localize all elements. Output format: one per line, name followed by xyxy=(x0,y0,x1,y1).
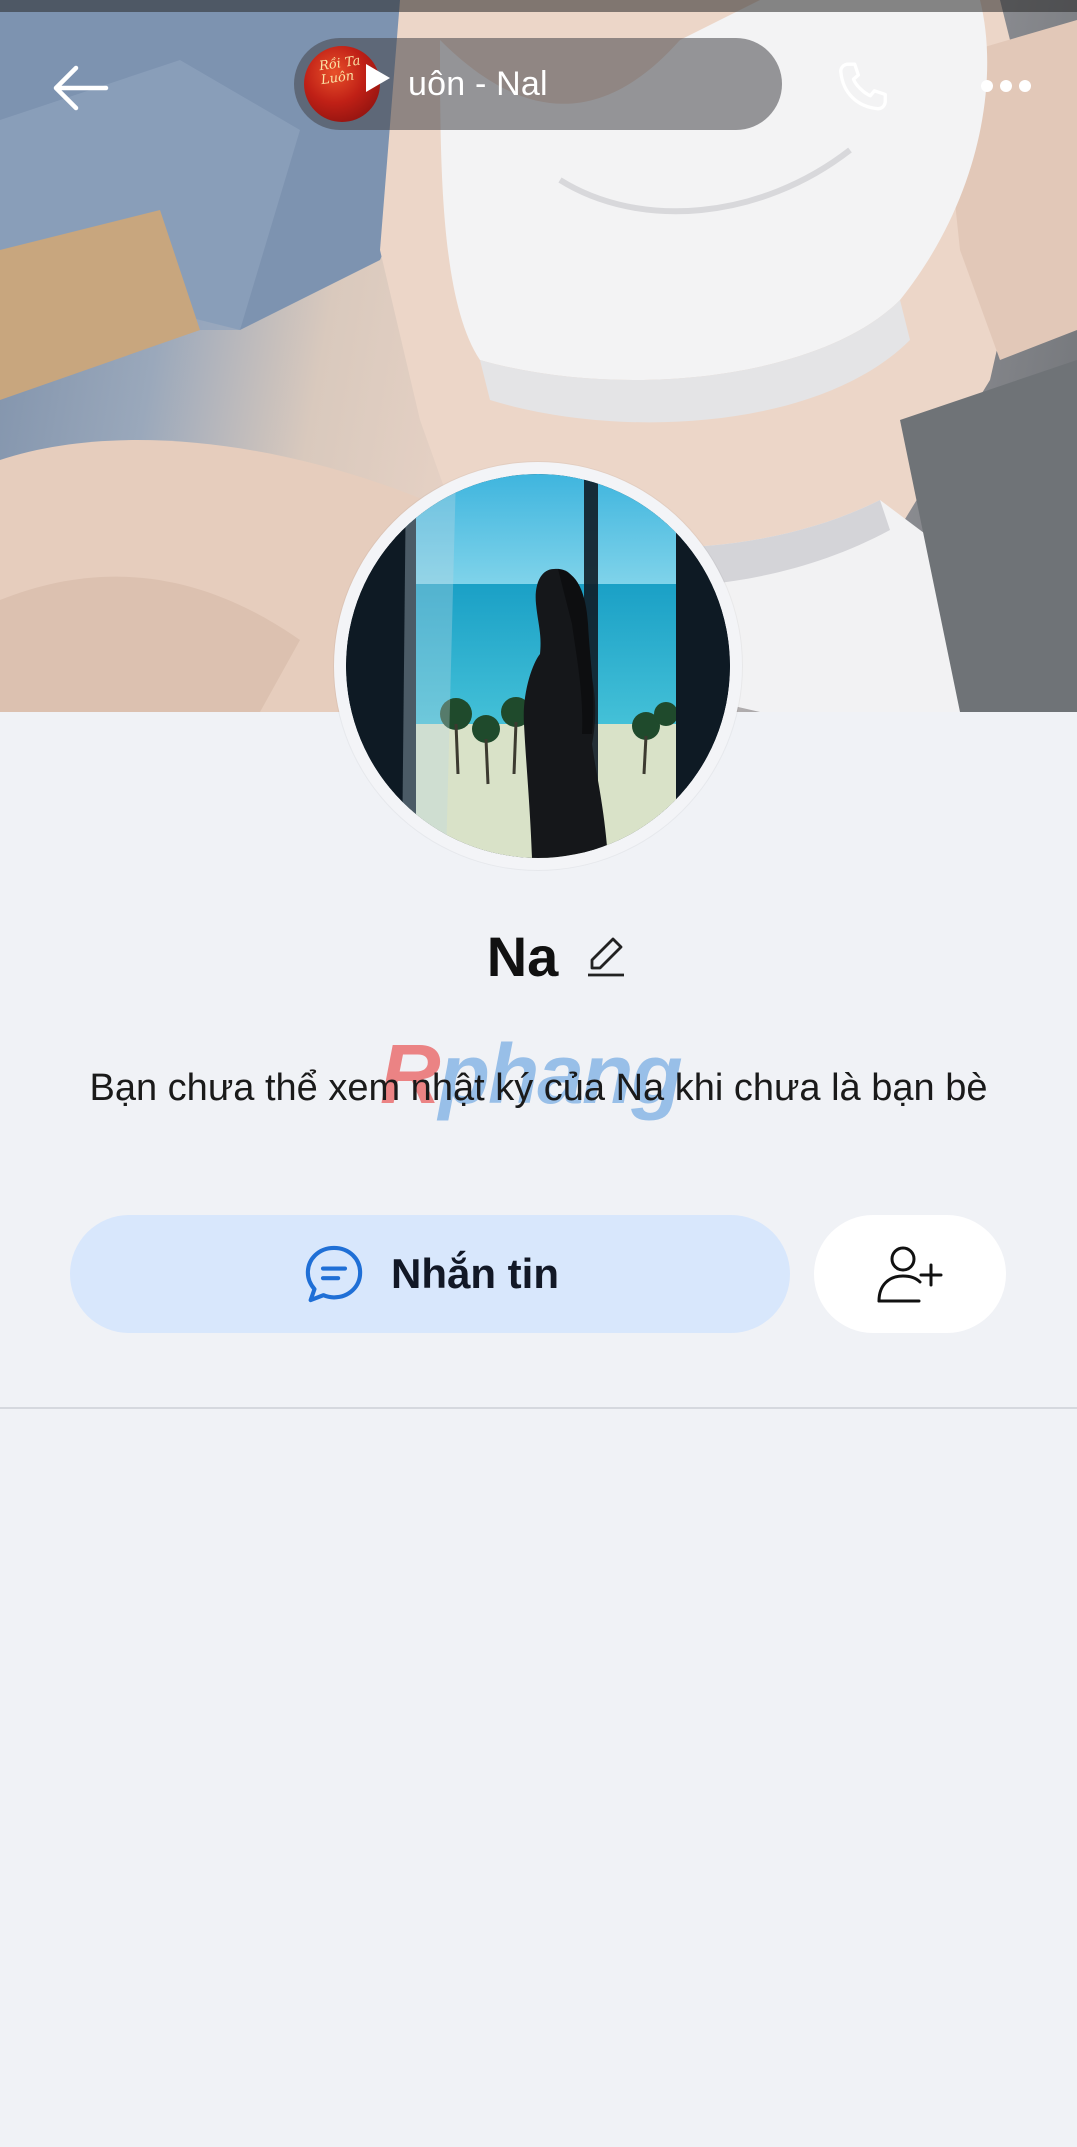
status-bar-strip xyxy=(0,0,1077,12)
phone-icon xyxy=(839,62,887,111)
avatar-image xyxy=(346,474,730,858)
pencil-icon[interactable] xyxy=(582,932,630,980)
profile-name: Na xyxy=(486,924,559,988)
add-user-icon xyxy=(877,1246,943,1303)
profile-music-player[interactable]: Rồi Ta Luôn uôn - Nal xyxy=(294,38,782,130)
music-title: uôn - Nal xyxy=(408,64,548,103)
profile-avatar[interactable] xyxy=(334,462,742,870)
send-message-label: Nhắn tin xyxy=(391,1250,559,1297)
chat-bubble-icon xyxy=(305,1245,363,1303)
more-options-button[interactable] xyxy=(966,58,1046,114)
arrow-left-icon xyxy=(53,65,109,111)
back-button[interactable] xyxy=(44,52,116,124)
send-message-button[interactable]: Nhắn tin xyxy=(70,1215,790,1333)
call-button[interactable] xyxy=(822,48,902,128)
diary-restricted-message: Bạn chưa thể xem nhật ký của Na khi chưa… xyxy=(89,1067,988,1109)
add-friend-button[interactable] xyxy=(814,1215,1006,1333)
play-icon[interactable] xyxy=(366,64,390,92)
section-divider xyxy=(0,1407,1077,1409)
profile-name-row: Na xyxy=(0,916,1077,996)
more-horizontal-icon xyxy=(981,80,1031,92)
